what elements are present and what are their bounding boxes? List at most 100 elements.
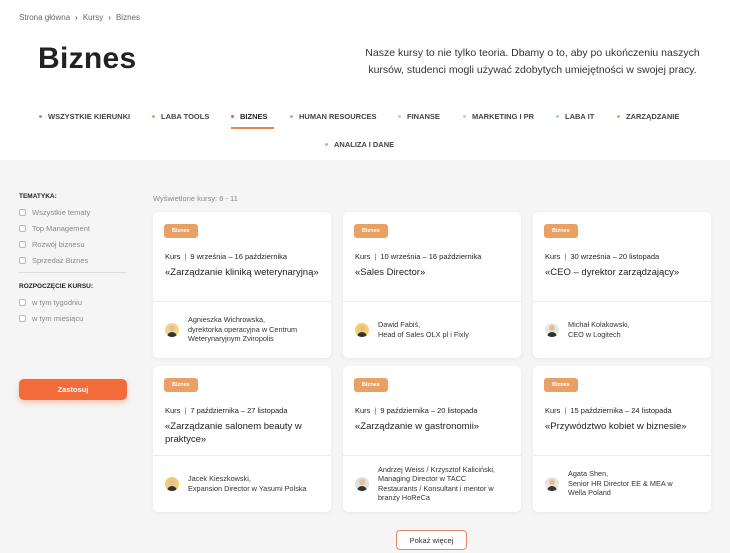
- dot-icon: [39, 114, 42, 118]
- course-card[interactable]: Biznes Kurs | 9 października – 20 listopada…: [343, 366, 521, 512]
- course-meta: Kurs | 30 września – 20 listopada: [545, 252, 659, 261]
- instructor-text: Dawid Fabiś, Head of Sales OLX pl i Fixl…: [378, 320, 469, 339]
- avatar-head: [549, 324, 555, 331]
- tab-zarzadzanie[interactable]: ZARZĄDZANIE: [617, 108, 679, 124]
- tab-label: ZARZĄDZANIE: [626, 111, 680, 121]
- avatar: [545, 322, 559, 337]
- filter-start-week[interactable]: w tym tygodniu: [19, 298, 129, 307]
- avatar: [165, 476, 179, 491]
- category-badge: Biznes: [164, 224, 198, 238]
- course-card[interactable]: Biznes Kurs | 30 września – 20 listopada «CE…: [533, 212, 711, 358]
- filter-topic-top-management[interactable]: Top Management: [19, 224, 129, 233]
- tab-biznes[interactable]: BIZNES: [231, 108, 273, 129]
- tab-label: BIZNES: [240, 111, 268, 121]
- avatar-body: [167, 485, 177, 491]
- separator: |: [374, 406, 377, 415]
- course-card[interactable]: Biznes Kurs | 15 października – 24 listopad…: [533, 366, 711, 512]
- apply-button[interactable]: Zastosuj: [19, 379, 127, 400]
- instructor: Jacek Kieszkowski, Expansion Director w …: [165, 455, 323, 512]
- category-badge: Biznes: [544, 224, 578, 238]
- dot-icon: [617, 114, 620, 118]
- course-dates: 9 października – 20 listopada: [380, 406, 478, 415]
- course-dates: 15 października – 24 listopada: [570, 406, 672, 415]
- instructor-text: Agnieszka Wichrowska, dyrektorka operacy…: [188, 315, 298, 344]
- dot-icon: [398, 114, 401, 118]
- tab-marketing-i-pr[interactable]: MARKETING I PR: [463, 108, 534, 124]
- tab-label: ANALIZA I DANE: [334, 139, 395, 149]
- tab-laba-tools[interactable]: LABA TOOLS: [152, 108, 209, 124]
- course-type: Kurs: [355, 252, 371, 261]
- filter-label: w tym miesiącu: [32, 314, 84, 323]
- chevron-right-icon: ›: [75, 13, 78, 22]
- filter-label: Top Management: [32, 224, 90, 233]
- breadcrumb-home[interactable]: Strona główna: [19, 13, 70, 22]
- dot-icon: [463, 114, 466, 118]
- course-type: Kurs: [355, 406, 371, 415]
- avatar: [355, 476, 369, 491]
- tab-wszystkie-kierunki[interactable]: WSZYSTKIE KIERUNKI: [39, 108, 130, 124]
- topics-heading: TEMATYKA:: [19, 193, 57, 200]
- header-section: Strona główna › Kursy › Biznes Biznes Na…: [0, 0, 730, 160]
- filter-topic-all[interactable]: Wszystkie tematy: [19, 208, 129, 217]
- course-type: Kurs: [545, 406, 561, 415]
- avatar-head: [169, 324, 175, 331]
- dot-icon: [556, 114, 559, 118]
- course-meta: Kurs | 15 października – 24 listopada: [545, 406, 672, 415]
- dot-icon: [231, 114, 234, 118]
- instructor: Agata Shen, Senior HR Director EE & MEA …: [545, 455, 703, 512]
- instructor: Michał Kolakowski, CEO w Logitech: [545, 301, 703, 358]
- course-title[interactable]: «Zarządzanie kliniką weterynaryjną»: [165, 267, 323, 280]
- dot-icon: [290, 114, 293, 118]
- category-tabs: WSZYSTKIE KIERUNKI LABA TOOLS BIZNES HUM…: [0, 108, 730, 158]
- checkbox[interactable]: [19, 299, 26, 306]
- separator: |: [184, 406, 187, 415]
- tab-label: HUMAN RESOURCES: [299, 111, 377, 121]
- avatar-body: [547, 331, 557, 337]
- course-title[interactable]: «Przywództwo kobiet w biznesie»: [545, 421, 703, 434]
- course-card[interactable]: Biznes Kurs | 9 września – 16 października «…: [153, 212, 331, 358]
- chevron-right-icon: ›: [108, 13, 111, 22]
- separator: |: [564, 406, 567, 415]
- tab-finanse[interactable]: FINANSE: [398, 108, 440, 124]
- course-dates: 10 września – 16 października: [380, 252, 482, 261]
- tab-label: WSZYSTKIE KIERUNKI: [48, 111, 131, 121]
- checkbox[interactable]: [19, 315, 26, 322]
- course-dates: 9 września – 16 października: [190, 252, 288, 261]
- filter-label: Sprzedaż Biznes: [32, 256, 89, 265]
- course-title[interactable]: «CEO – dyrektor zarządzający»: [545, 267, 703, 280]
- page-title: Biznes: [38, 42, 137, 75]
- filter-label: w tym tygodniu: [32, 298, 83, 307]
- course-meta: Kurs | 9 września – 16 października: [165, 252, 287, 261]
- tab-analiza-i-dane[interactable]: ANALIZA I DANE: [325, 136, 394, 152]
- separator: |: [184, 252, 187, 261]
- course-card[interactable]: Biznes Kurs | 10 września – 16 października…: [343, 212, 521, 358]
- checkbox[interactable]: [19, 225, 26, 232]
- tab-laba-it[interactable]: LABA IT: [556, 108, 594, 124]
- show-more-button[interactable]: Pokaż więcej: [396, 530, 467, 550]
- filter-topic-rozwoj-biznesu[interactable]: Rozwój biznesu: [19, 240, 129, 249]
- start-heading: ROZPOCZĘCIE KURSU:: [19, 283, 94, 290]
- breadcrumb-courses[interactable]: Kursy: [83, 13, 103, 22]
- checkbox[interactable]: [19, 241, 26, 248]
- instructor-text: Agata Shen, Senior HR Director EE & MEA …: [568, 469, 673, 498]
- filters-sidebar: TEMATYKA: Wszystkie tematy Top Managemen…: [19, 193, 129, 330]
- category-badge: Biznes: [544, 378, 578, 392]
- checkbox[interactable]: [19, 209, 26, 216]
- checkbox[interactable]: [19, 257, 26, 264]
- course-title[interactable]: «Sales Director»: [355, 267, 513, 280]
- instructor-text: Andrzej Weiss / Krzysztof Kaliciński, Ma…: [378, 464, 496, 503]
- separator: |: [564, 252, 567, 261]
- filter-topic-sprzedaz-biznes[interactable]: Sprzedaż Biznes: [19, 256, 129, 265]
- course-title[interactable]: «Zarządzanie salonem beauty w praktyce»: [165, 421, 323, 446]
- filter-start-month[interactable]: w tym miesiącu: [19, 314, 129, 323]
- course-title[interactable]: «Zarządzanie w gastronomii»: [355, 421, 513, 434]
- course-meta: Kurs | 9 października – 20 listopada: [355, 406, 478, 415]
- tab-human-resources[interactable]: HUMAN RESOURCES: [290, 108, 377, 124]
- tab-label: LABA TOOLS: [161, 111, 210, 121]
- avatar-head: [359, 324, 365, 331]
- separator: |: [374, 252, 377, 261]
- instructor: Andrzej Weiss / Krzysztof Kaliciński, Ma…: [355, 455, 513, 512]
- course-meta: Kurs | 7 października – 27 listopada: [165, 406, 288, 415]
- course-card[interactable]: Biznes Kurs | 7 października – 27 listopada…: [153, 366, 331, 512]
- avatar: [165, 322, 179, 337]
